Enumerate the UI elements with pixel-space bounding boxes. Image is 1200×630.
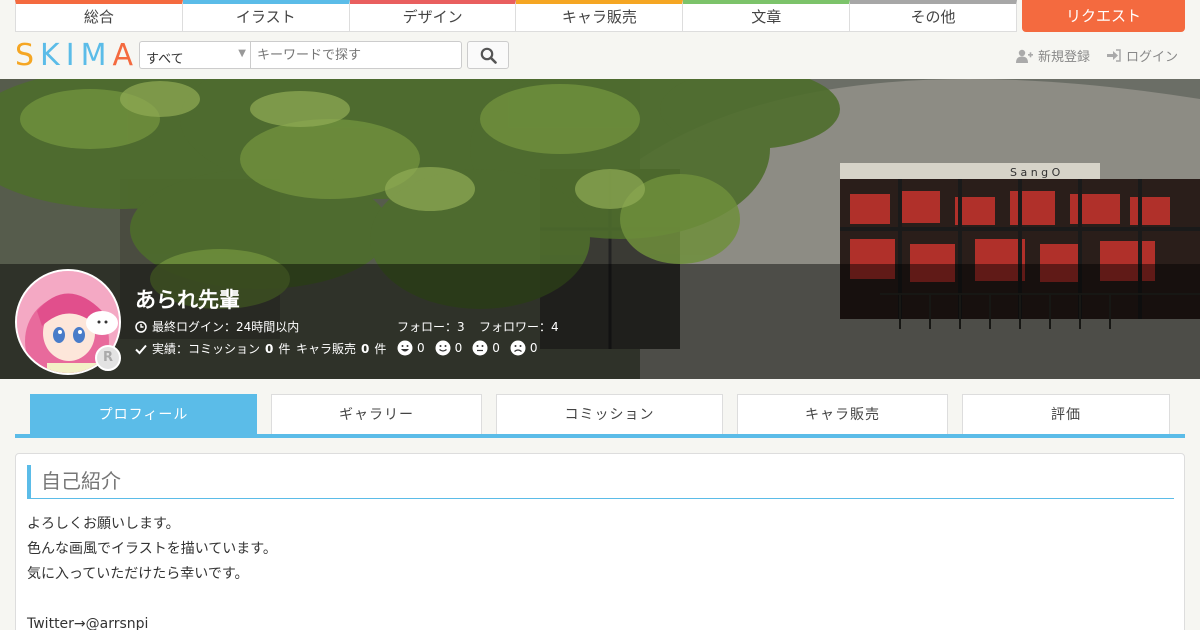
site-logo[interactable]: S K I M A xyxy=(15,37,140,73)
logo-letter: A xyxy=(112,37,140,73)
follow-text: フォロー：3 xyxy=(397,320,465,334)
follower-text: フォロワー：4 xyxy=(479,320,559,334)
nav-item-illust[interactable]: イラスト xyxy=(182,0,350,32)
nav-item-all[interactable]: 総合 xyxy=(15,0,183,32)
login-label: ログイン xyxy=(1126,50,1179,65)
chara-achievements: キャラ販売 0件 xyxy=(296,340,386,357)
user-plus-icon xyxy=(1016,49,1033,63)
commission-count: 0 xyxy=(265,341,274,356)
self-introduction: よろしくお願いします。 色んな画風でイラストを描いています。 気に入っていただけ… xyxy=(27,512,277,630)
logo-letter: M xyxy=(80,37,113,73)
count-unit: 件 xyxy=(374,342,387,356)
search-icon xyxy=(480,47,497,64)
follow-count[interactable]: フォロー：3 xyxy=(397,318,465,335)
nav-item-other[interactable]: その他 xyxy=(850,0,1017,32)
intro-line: よろしくお願いします。 xyxy=(27,516,180,532)
rating-count: 0 xyxy=(492,341,500,355)
very-happy-face-icon xyxy=(397,340,413,356)
profile-content: 自己紹介 よろしくお願いします。 色んな画風でイラストを描いています。 気に入っ… xyxy=(15,453,1185,630)
rating-count: 0 xyxy=(454,341,463,355)
caret-down-icon: ▼ xyxy=(238,48,246,59)
search-button[interactable] xyxy=(467,41,509,69)
logo-letter: I xyxy=(65,37,81,73)
intro-line: Twitter→@arrsnpi xyxy=(27,616,149,630)
login-icon xyxy=(1107,49,1121,62)
tab-commission[interactable]: コミッション xyxy=(496,394,723,434)
nav-item-text[interactable]: 文章 xyxy=(683,0,851,32)
search-category-value: すべて xyxy=(146,52,184,67)
user-name: あられ先輩 xyxy=(135,288,240,312)
count-unit: 件 xyxy=(278,342,291,356)
check-icon xyxy=(135,344,147,354)
request-button[interactable]: リクエスト xyxy=(1022,0,1185,32)
rank-badge: R xyxy=(95,345,121,371)
tab-chara-sales[interactable]: キャラ販売 xyxy=(737,394,948,434)
login-link[interactable]: ログイン xyxy=(1107,46,1178,65)
intro-line: 気に入っていただけたら幸いです。 xyxy=(27,566,249,582)
rating-summary: 0 0 0 0 xyxy=(397,340,538,356)
achievements: 実績：コミッション 0件 xyxy=(135,340,290,357)
nav-item-chara[interactable]: キャラ販売 xyxy=(516,0,684,32)
section-title: 自己紹介 xyxy=(27,465,1174,499)
sad-face-icon xyxy=(510,340,526,356)
category-nav: 総合 イラスト デザイン キャラ販売 文章 その他 xyxy=(15,0,1017,32)
search-category-select[interactable]: すべて ▼ xyxy=(139,41,251,69)
intro-line: 色んな画風でイラストを描いています。 xyxy=(27,541,277,557)
happy-face-icon xyxy=(435,340,451,356)
logo-letter: S xyxy=(15,37,41,73)
nav-item-design[interactable]: デザイン xyxy=(349,0,517,32)
last-login: 最終ログイン：24時間以内 xyxy=(135,318,299,335)
tab-profile[interactable]: プロフィール xyxy=(30,394,257,434)
logo-letter: K xyxy=(40,37,66,73)
follower-count[interactable]: フォロワー：4 xyxy=(479,318,559,335)
chara-label: キャラ販売 xyxy=(296,342,357,356)
chara-count: 0 xyxy=(361,341,370,356)
search-input[interactable] xyxy=(250,41,462,69)
tab-gallery[interactable]: ギャラリー xyxy=(271,394,482,434)
tab-reviews[interactable]: 評価 xyxy=(962,394,1170,434)
last-login-text: 最終ログイン：24時間以内 xyxy=(152,320,300,334)
profile-tabs: プロフィール ギャラリー コミッション キャラ販売 評価 xyxy=(15,394,1185,438)
rating-count: 0 xyxy=(417,341,425,355)
neutral-face-icon xyxy=(472,340,488,356)
signup-link[interactable]: 新規登録 xyxy=(1016,46,1090,65)
clock-icon xyxy=(135,320,147,333)
rating-count: 0 xyxy=(529,341,538,355)
building-sign: S a n g O xyxy=(1010,166,1061,179)
intro-line xyxy=(27,587,277,612)
achievements-label: 実績：コミッション xyxy=(152,342,261,356)
signup-label: 新規登録 xyxy=(1038,50,1091,65)
